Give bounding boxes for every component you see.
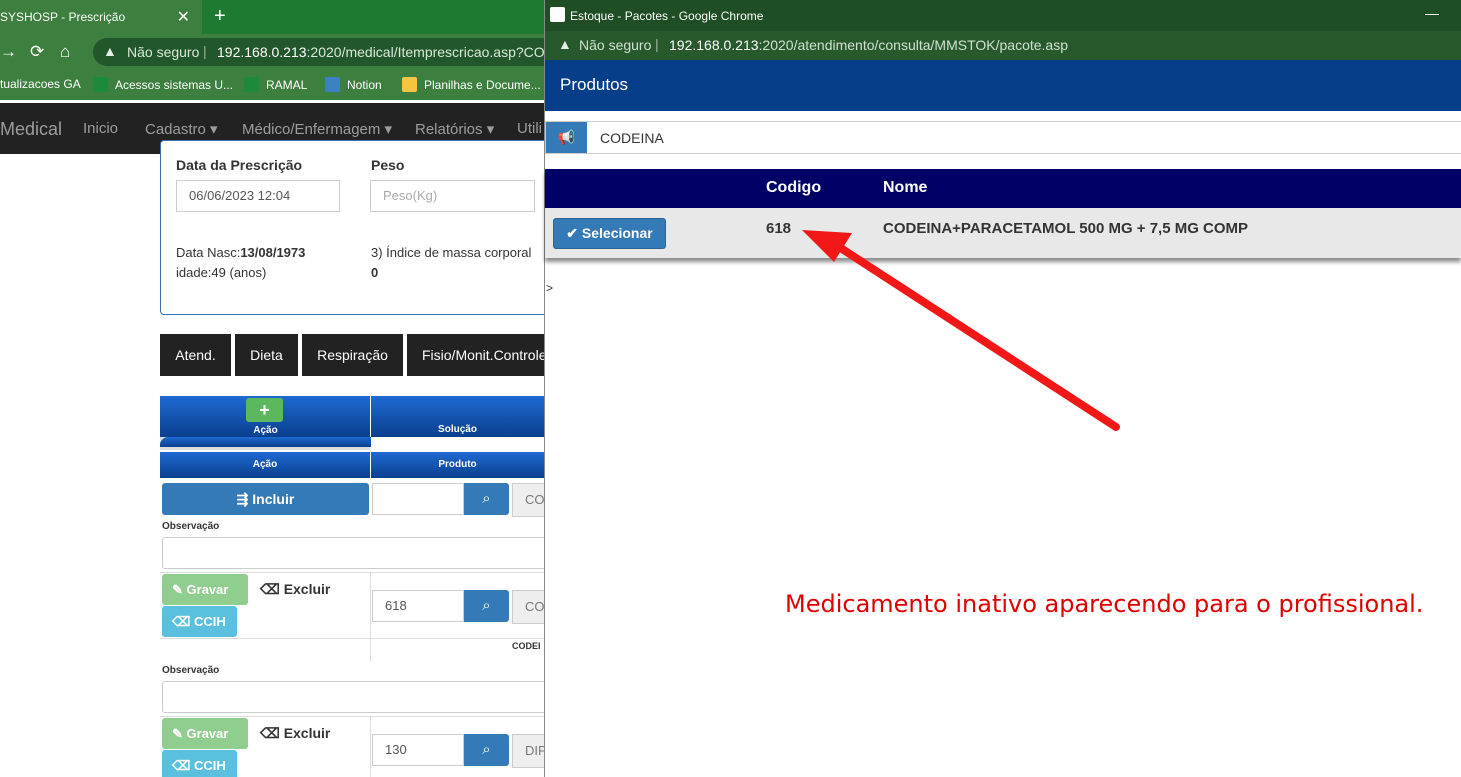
arrow-shaft bbox=[832, 241, 1120, 431]
annotation-arrow bbox=[802, 230, 1120, 431]
annotation-text: Medicamento inativo aparecendo para o pr… bbox=[785, 590, 1424, 618]
